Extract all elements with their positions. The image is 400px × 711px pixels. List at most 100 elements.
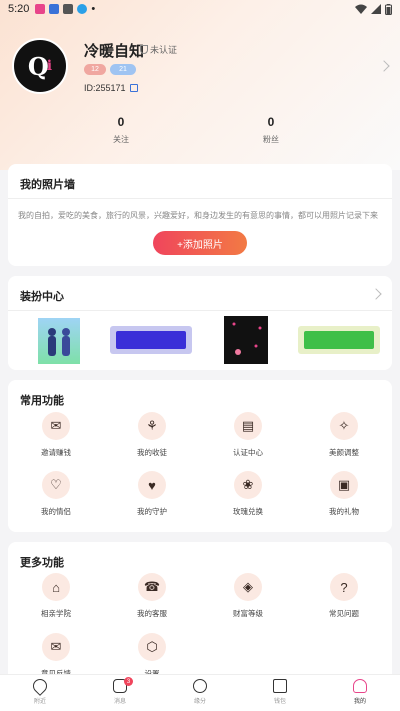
gift-icon: ▣ (330, 471, 358, 499)
func-rose[interactable]: ❀ 玫瑰兑换 (200, 471, 296, 517)
func-label: 常见问题 (329, 609, 359, 618)
profile-header[interactable]: Qi 冷暖自知 未认证 12 21 ID:255171 (12, 38, 392, 98)
disciple-icon: ⚘ (138, 412, 166, 440)
verify-label: 未认证 (150, 45, 178, 55)
status-time: 5:20 (8, 3, 30, 15)
battery-icon (385, 3, 392, 15)
level-badge-value: 12 (91, 66, 99, 73)
follow-stats: 0 关注 0 粉丝 (0, 115, 400, 145)
download-notification-icon (77, 4, 88, 14)
chevron-right-icon[interactable] (378, 60, 390, 72)
gender-badge: 21 (110, 64, 136, 75)
signal-icon (371, 4, 381, 14)
black-frame-icon (224, 316, 268, 364)
more-functions-title: 更多功能 (20, 557, 64, 569)
app-notification-icon (35, 4, 46, 14)
func-label: 我的收徒 (137, 448, 167, 457)
copy-icon[interactable] (129, 84, 138, 92)
func-label: 认证中心 (233, 448, 263, 457)
func-label: 相亲学院 (41, 609, 71, 618)
tab-fate[interactable]: 缘分 (170, 679, 230, 705)
question-icon: ? (330, 573, 358, 601)
func-settings[interactable]: ⬡ 设置 (104, 633, 200, 679)
figures-frame-icon (38, 318, 80, 364)
func-gift[interactable]: ▣ 我的礼物 (296, 471, 392, 517)
func-label: 财富等级 (233, 609, 263, 618)
func-label: 邀请赚钱 (41, 448, 71, 457)
couple-icon: ♡ (42, 471, 70, 499)
dress-item-black-frame[interactable] (224, 316, 268, 369)
tab-messages[interactable]: 3 消息 (90, 677, 150, 705)
school-icon: ⌂ (42, 573, 70, 601)
wealth-icon: ◈ (234, 573, 262, 601)
func-beauty[interactable]: ✧ 美颜调整 (296, 412, 392, 458)
chevron-right-icon[interactable] (370, 288, 382, 300)
location-icon (30, 676, 50, 696)
tab-label: 附近 (33, 699, 46, 705)
func-guard[interactable]: ♥ 我的守护 (104, 471, 200, 517)
heart-icon (193, 679, 207, 693)
following-label: 关注 (113, 135, 129, 144)
func-label: 我的守护 (137, 507, 167, 516)
func-label: 玫瑰兑换 (233, 507, 263, 516)
qq-notification-icon (49, 4, 60, 14)
following-count: 0 (117, 115, 125, 129)
gender-badge-value: 21 (119, 66, 127, 73)
divider (8, 198, 392, 199)
photo-wall-title: 我的照片墙 (20, 179, 75, 191)
shield-icon (140, 45, 148, 54)
func-customer-service[interactable]: ☎ 我的客服 (104, 573, 200, 619)
tab-wallet[interactable]: 钱包 (250, 679, 310, 705)
dress-item-figures[interactable] (36, 316, 82, 371)
avatar[interactable]: Qi (12, 38, 68, 94)
status-bar: 5:20 • (0, 0, 400, 18)
verify-status[interactable]: 未认证 (140, 43, 177, 56)
tab-nearby[interactable]: 附近 (10, 676, 70, 705)
profile-icon (353, 679, 367, 693)
guard-icon: ♥ (138, 471, 166, 499)
func-invite[interactable]: ✉ 邀请赚钱 (8, 412, 104, 458)
fans-label: 粉丝 (263, 135, 279, 144)
wallet-icon (273, 679, 287, 693)
settings-icon: ⬡ (138, 633, 166, 661)
fans-stat[interactable]: 0 粉丝 (241, 115, 301, 145)
func-label: 我的礼物 (329, 507, 359, 516)
dress-item-green-frame[interactable] (296, 322, 382, 363)
feedback-icon: ✉ (42, 633, 70, 661)
tab-mine[interactable]: 我的 (330, 679, 390, 705)
add-photo-button[interactable]: +添加照片 (153, 231, 247, 255)
tab-label: 消息 (113, 699, 126, 705)
user-id: ID:255171 (84, 83, 138, 93)
dress-item-purple-frame[interactable] (108, 322, 194, 363)
customer-service-icon: ☎ (138, 573, 166, 601)
following-stat[interactable]: 0 关注 (91, 115, 151, 145)
nickname: 冷暖自知 (84, 43, 145, 60)
func-feedback[interactable]: ✉ 意见反馈 (8, 633, 104, 679)
func-certification[interactable]: ▤ 认证中心 (200, 412, 296, 458)
func-faq[interactable]: ? 常见问题 (296, 573, 392, 619)
tab-label: 钱包 (273, 699, 286, 705)
message-badge: 3 (124, 677, 133, 686)
rose-icon: ❀ (234, 471, 262, 499)
image-notification-icon (63, 4, 74, 14)
dress-items (8, 310, 392, 368)
photo-wall-card: 我的照片墙 我的自拍，爱吃的美食，旅行的风景，兴趣爱好，和身边发生的有意思的事情… (8, 164, 392, 266)
purple-frame-icon (110, 326, 192, 354)
invite-user-icon: ✉ (42, 412, 70, 440)
dress-center-card: 装扮中心 (8, 276, 392, 370)
func-wealth[interactable]: ◈ 财富等级 (200, 573, 296, 619)
func-label: 我的客服 (137, 609, 167, 618)
wifi-icon (355, 4, 367, 14)
photo-wall-description: 我的自拍，爱吃的美食，旅行的风景，兴趣爱好，和身边发生的有意思的事情，都可以用照… (18, 211, 378, 220)
more-functions-card: 更多功能 ⌂ 相亲学院 ☎ 我的客服 ◈ 财富等级 ? 常见问题 ✉ 意见反馈 … (8, 542, 392, 682)
fans-count: 0 (267, 115, 275, 129)
bottom-tab-bar: 附近 3 消息 缘分 钱包 我的 (0, 674, 400, 711)
func-label: 我的情侣 (41, 507, 71, 516)
dress-center-title: 装扮中心 (20, 291, 64, 303)
beauty-icon: ✧ (330, 412, 358, 440)
func-school[interactable]: ⌂ 相亲学院 (8, 573, 104, 619)
func-couple[interactable]: ♡ 我的情侣 (8, 471, 104, 517)
common-functions-card: 常用功能 ✉ 邀请赚钱 ⚘ 我的收徒 ▤ 认证中心 ✧ 美颜调整 ♡ 我的情侣 … (8, 380, 392, 532)
func-disciple[interactable]: ⚘ 我的收徒 (104, 412, 200, 458)
common-functions-title: 常用功能 (20, 395, 64, 407)
